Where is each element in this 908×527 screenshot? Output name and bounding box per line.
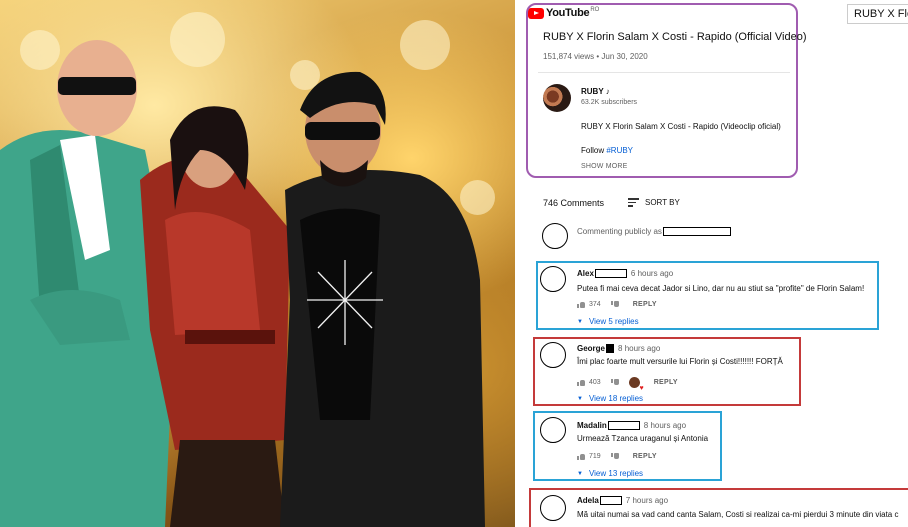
comment-avatar	[540, 266, 566, 292]
redacted-username	[662, 227, 731, 236]
like-icon[interactable]	[577, 379, 585, 386]
search-input[interactable]: RUBY X Flor	[847, 4, 908, 24]
channel-avatar[interactable]	[543, 84, 571, 112]
chevron-down-icon: ▼	[577, 395, 583, 402]
comment-avatar	[540, 342, 566, 368]
comment-author[interactable]: Alex 6 hours ago	[577, 269, 673, 278]
chevron-down-icon: ▼	[577, 470, 583, 477]
video-thumbnail[interactable]	[0, 0, 515, 527]
reply-button[interactable]: REPLY	[633, 453, 657, 460]
comment-actions: 374 REPLY	[577, 301, 657, 308]
comment-avatar	[540, 495, 566, 521]
video-meta: 151,874 views • Jun 30, 2020	[543, 52, 648, 61]
like-count: 374	[589, 301, 601, 308]
show-more-button[interactable]: SHOW MORE	[581, 163, 628, 170]
hashtag-link[interactable]: #RUBY	[606, 146, 633, 155]
chevron-down-icon: ▼	[577, 318, 583, 325]
comment-avatar	[540, 417, 566, 443]
comment-highlight-red	[533, 337, 801, 406]
view-replies-button[interactable]: ▼ View 5 replies	[577, 317, 639, 326]
upload-date: Jun 30, 2020	[601, 52, 648, 61]
sort-by-button[interactable]: SORT BY	[628, 198, 680, 207]
redacted-username	[594, 269, 627, 278]
comment-author[interactable]: Madalin 8 hours ago	[577, 421, 686, 430]
redacted-username	[599, 496, 622, 505]
redacted-username	[607, 421, 640, 430]
sort-icon	[628, 198, 639, 207]
view-count: 151,874 views	[543, 52, 595, 61]
description-text: RUBY X Florin Salam X Costi - Rapido (Vi…	[581, 122, 781, 131]
comment-actions: 719 REPLY	[577, 453, 657, 460]
like-count: 719	[589, 453, 601, 460]
comment-author[interactable]: George 8 hours ago	[577, 344, 660, 353]
comment-count: 746 Comments	[543, 198, 605, 208]
comment-actions: 403 REPLY	[577, 377, 678, 392]
comment-text: Îmi plac foarte mult versurile lui Flori…	[577, 357, 783, 366]
like-icon[interactable]	[577, 301, 585, 308]
dislike-icon[interactable]	[610, 301, 619, 308]
comment-text: Putea fi mai ceva decat Jador si Lino, d…	[577, 284, 865, 293]
view-replies-button[interactable]: ▼ View 18 replies	[577, 394, 643, 403]
comment-text: Urmează Tzanca uraganul și Antonia	[577, 434, 709, 443]
channel-name[interactable]: RUBY ♪	[581, 87, 610, 96]
like-icon[interactable]	[577, 453, 585, 460]
dislike-icon[interactable]	[610, 379, 619, 386]
subscriber-count: 63.2K subscribers	[581, 99, 638, 106]
reply-button[interactable]: REPLY	[633, 301, 657, 308]
comment-highlight-red	[529, 488, 908, 527]
reply-button[interactable]: REPLY	[654, 379, 678, 386]
description-follow: Follow #RUBY	[581, 146, 634, 155]
dislike-icon[interactable]	[610, 453, 619, 460]
redacted-username	[606, 344, 615, 353]
add-comment-input[interactable]: Commenting publicly as	[577, 227, 731, 236]
comment-text: Mă uitai numai sa vad cand canta Salam, …	[577, 510, 899, 519]
like-count: 403	[589, 379, 601, 386]
view-replies-button[interactable]: ▼ View 13 replies	[577, 469, 643, 478]
divider	[538, 72, 790, 73]
man-in-green-suit	[0, 40, 485, 527]
comment-author[interactable]: Adela 7 hours ago	[577, 496, 668, 505]
video-title: RUBY X Florin Salam X Costi - Rapido (Of…	[543, 31, 807, 43]
creator-heart-icon	[628, 377, 644, 392]
own-avatar	[542, 223, 568, 249]
